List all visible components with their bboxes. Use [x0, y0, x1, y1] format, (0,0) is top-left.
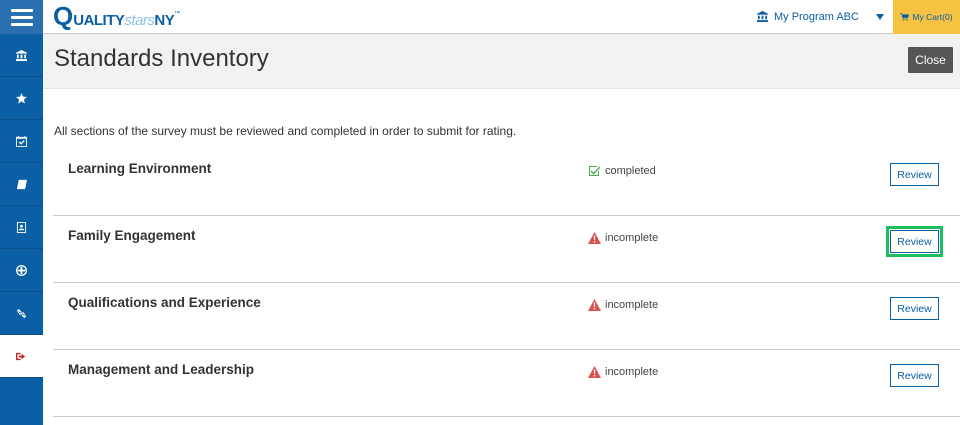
- warning-icon: [588, 366, 601, 378]
- check-square-icon: [589, 166, 601, 176]
- sidebar-item-rating[interactable]: [0, 77, 43, 120]
- sidebar-item-documents[interactable]: [0, 206, 43, 249]
- section-name: Qualifications and Experience: [68, 295, 261, 310]
- caret-down-icon: [876, 13, 884, 20]
- review-button[interactable]: Review: [890, 364, 939, 387]
- globe-icon: [16, 264, 27, 276]
- status-indicator: incomplete: [588, 366, 658, 378]
- page-title: Standards Inventory: [54, 45, 269, 72]
- shopping-cart-icon: [900, 13, 910, 21]
- program-selector[interactable]: My Program ABC: [757, 0, 859, 33]
- link-icon: [16, 308, 27, 318]
- star-icon: [16, 92, 27, 104]
- calendar-check-icon: [16, 135, 27, 147]
- section-row: Qualifications and Experience incomplete…: [53, 283, 960, 350]
- status-text: incomplete: [605, 232, 659, 244]
- section-name: Family Engagement: [68, 228, 196, 243]
- sidebar-item-logout[interactable]: [0, 335, 43, 378]
- title-band: Standards Inventory Close: [43, 34, 960, 89]
- section-row: Family Engagement incomplete Review: [53, 216, 960, 283]
- sidebar: [0, 0, 43, 425]
- section-row: Learning Environment completed Review: [53, 149, 960, 216]
- sign-out-icon: [16, 352, 26, 360]
- hamburger-menu-icon[interactable]: [0, 0, 43, 34]
- close-button[interactable]: Close: [908, 47, 953, 73]
- review-button[interactable]: Review: [890, 297, 939, 320]
- top-header: Q UALITY stars NY ™ My Program ABC My Cart(0…: [43, 0, 960, 34]
- cart-button[interactable]: My Cart(0): [893, 0, 960, 34]
- warning-icon: [588, 299, 601, 311]
- status-text: incomplete: [605, 299, 659, 311]
- status-text: completed: [605, 165, 656, 177]
- status-indicator: completed: [588, 165, 656, 177]
- sidebar-item-program[interactable]: [0, 34, 43, 77]
- section-name: Management and Leadership: [68, 362, 255, 377]
- intro-text: All sections of the survey must be revie…: [54, 124, 517, 138]
- bank-icon: [757, 11, 768, 22]
- sidebar-item-links[interactable]: [0, 292, 43, 335]
- sidebar-item-calendar[interactable]: [0, 120, 43, 163]
- book-icon: [16, 179, 27, 189]
- program-label: My Program ABC: [774, 10, 859, 23]
- cart-label: My Cart(0): [912, 12, 953, 22]
- status-indicator: incomplete: [588, 232, 658, 244]
- sidebar-item-resources[interactable]: [0, 163, 43, 206]
- warning-icon: [588, 232, 601, 244]
- section-name: Learning Environment: [68, 161, 212, 176]
- bank-icon: [16, 49, 27, 61]
- program-dropdown-toggle[interactable]: [876, 0, 884, 33]
- status-indicator: incomplete: [588, 299, 658, 311]
- portrait-icon: [16, 221, 27, 233]
- review-button[interactable]: Review: [886, 226, 943, 257]
- section-row: Management and Leadership incomplete Rev…: [53, 350, 960, 417]
- qualitystarsny-logo[interactable]: Q UALITY stars NY ™: [53, 3, 180, 31]
- status-text: incomplete: [605, 366, 659, 378]
- sidebar-item-web[interactable]: [0, 249, 43, 292]
- review-button[interactable]: Review: [890, 163, 939, 186]
